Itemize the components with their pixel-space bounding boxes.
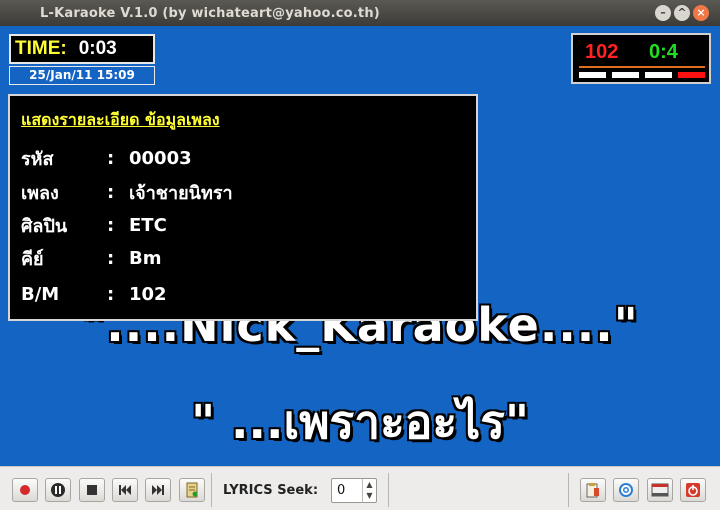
toolbar-separator <box>568 473 569 507</box>
record-button[interactable] <box>12 478 38 502</box>
clipboard-icon <box>586 483 599 498</box>
film-icon <box>651 483 669 497</box>
score-display: 102 0:4 <box>571 33 711 84</box>
lyrics-seek-stepper[interactable]: 0 ▲ ▼ <box>331 478 377 503</box>
seek-spin-arrows[interactable]: ▲ ▼ <box>362 479 376 502</box>
song-info-label: ศิลปิน <box>21 215 68 237</box>
stop-icon <box>87 485 97 495</box>
song-info-value: Bm <box>129 247 162 269</box>
record-icon <box>20 485 30 495</box>
score-level-bars <box>579 72 705 78</box>
score-right-value: 0:4 <box>649 41 678 63</box>
pause-button[interactable] <box>45 478 71 502</box>
song-info-value: เจ้าชายนิทรา <box>129 182 233 204</box>
toolbar-separator <box>211 473 212 507</box>
song-info-colon: : <box>107 247 115 269</box>
toolbar-separator <box>388 473 389 507</box>
lyric-line-2: " ...เพราะอะไร" <box>191 395 529 449</box>
chevron-up-icon[interactable]: ▲ <box>363 479 376 490</box>
song-info-row-artist: ศิลปิน : ETC <box>21 213 167 237</box>
next-button[interactable] <box>145 478 171 502</box>
song-info-row-key: คีย์ : Bm <box>21 246 161 270</box>
song-info-panel: แสดงรายละเอียด ข้อมูลเพลง รหัส : 00003 เ… <box>8 94 478 321</box>
gear-icon <box>619 483 633 497</box>
time-value: 0:03 <box>78 38 117 59</box>
song-info-colon: : <box>107 283 115 305</box>
exit-button[interactable] <box>680 478 706 502</box>
song-info-colon: : <box>107 147 115 169</box>
fullscreen-button[interactable] <box>647 478 673 502</box>
song-info-row-tempo: B/M : 102 <box>21 282 167 306</box>
song-info-label: B/M <box>21 283 60 305</box>
song-info-value: ETC <box>129 214 167 236</box>
score-level-bar <box>612 72 639 78</box>
time-label: TIME: <box>15 38 67 59</box>
lyrics-seek-value[interactable]: 0 <box>337 483 345 498</box>
skip-back-icon <box>119 485 131 495</box>
date-display: 25/Jan/11 15:09 <box>9 66 155 85</box>
score-left-value: 102 <box>585 41 619 63</box>
score-level-bar <box>678 72 705 78</box>
stop-button[interactable] <box>79 478 105 502</box>
time-display: TIME: 0:03 <box>9 34 155 64</box>
score-divider <box>579 66 705 68</box>
song-info-heading: แสดงรายละเอียด ข้อมูลเพลง <box>21 110 220 129</box>
song-info-label: รหัส <box>21 148 54 170</box>
previous-button[interactable] <box>112 478 138 502</box>
song-info-row-code: รหัส : 00003 <box>21 146 192 170</box>
song-info-colon: : <box>107 214 115 236</box>
song-info-label: คีย์ <box>21 248 44 270</box>
karaoke-window: L-Karaoke V.1.0 (by wichateart@yahoo.co.… <box>0 0 720 510</box>
maximize-icon[interactable]: ^ <box>674 5 690 21</box>
window-title: L-Karaoke V.1.0 (by wichateart@yahoo.co.… <box>40 5 380 21</box>
song-info-value: 102 <box>129 283 167 305</box>
song-info-row-title: เพลง : เจ้าชายนิทรา <box>21 180 233 204</box>
notes-button[interactable] <box>580 478 606 502</box>
close-icon[interactable]: × <box>693 5 709 21</box>
song-info-label: เพลง <box>21 182 59 204</box>
chevron-down-icon[interactable]: ▼ <box>363 490 376 501</box>
power-icon <box>686 483 700 497</box>
lyrics-seek-label: LYRICS Seek: <box>223 483 319 498</box>
minimize-icon[interactable]: – <box>655 5 671 21</box>
title-bar[interactable]: L-Karaoke V.1.0 (by wichateart@yahoo.co.… <box>0 0 720 26</box>
skip-forward-icon <box>152 485 164 495</box>
song-info-value: 00003 <box>129 147 192 169</box>
song-list-button[interactable] <box>179 478 205 502</box>
settings-button[interactable] <box>613 478 639 502</box>
score-level-bar <box>645 72 672 78</box>
player-toolbar: LYRICS Seek: 0 ▲ ▼ <box>0 466 720 510</box>
pause-icon <box>51 483 65 497</box>
song-info-colon: : <box>107 181 115 203</box>
notebook-icon <box>186 482 198 498</box>
score-level-bar <box>579 72 606 78</box>
lyrics-stage: TIME: 0:03 25/Jan/11 15:09 102 0:4 แสดงร… <box>0 26 720 466</box>
